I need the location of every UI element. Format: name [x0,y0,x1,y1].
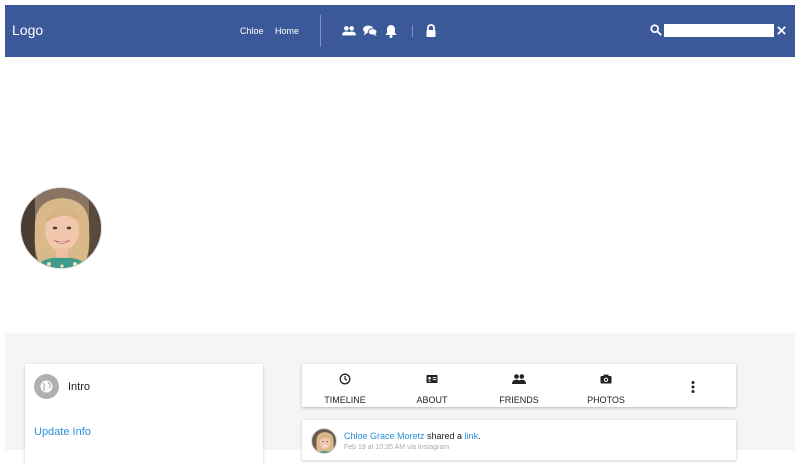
post-author-link[interactable]: Chloe Grace Moretz [344,431,425,441]
tab-timeline[interactable]: TIMELINE [302,364,388,407]
profile-avatar[interactable] [20,187,102,269]
tab-about-label: ABOUT [416,395,448,405]
close-icon[interactable] [777,26,786,35]
tab-friends-label: FRIENDS [499,395,539,405]
cover-area [5,57,795,333]
nav-divider-small [412,25,413,37]
profile-tabs: TIMELINE ABOUT FRIENDS PHOTOS [302,364,736,407]
update-info-link[interactable]: Update Info [34,426,91,438]
lock-icon[interactable] [424,24,438,38]
id-card-icon [426,375,438,383]
nav-divider [320,15,321,47]
tab-friends[interactable]: FRIENDS [476,364,562,407]
logo[interactable]: Logo [12,22,43,38]
globe-icon [40,380,53,393]
tab-timeline-label: TIMELINE [324,395,366,405]
post-avatar[interactable] [311,428,337,454]
tab-photos[interactable]: PHOTOS [562,364,650,407]
messages-icon[interactable] [363,24,377,38]
top-navbar: Logo Chloe Home [5,5,795,57]
tab-photos-label: PHOTOS [587,395,625,405]
clock-icon [339,373,351,385]
notifications-icon[interactable] [384,24,398,38]
post-end-text: . [478,431,481,441]
intro-card: Intro Update Info [25,364,263,464]
nav-link-chloe[interactable]: Chloe [240,26,264,36]
friends-icon [512,374,526,384]
intro-icon-circle [34,374,59,399]
camera-icon [600,374,612,384]
post-action-text: shared a [424,431,465,441]
post-headline: Chloe Grace Moretz shared a link. [344,431,481,441]
post-object-link[interactable]: link [465,431,479,441]
post-author-photo [312,429,336,453]
intro-title: Intro [68,381,91,393]
profile-photo [21,188,101,268]
tab-about[interactable]: ABOUT [388,364,476,407]
search-icon[interactable] [650,24,662,36]
search-input[interactable] [664,24,774,37]
post-card: Chloe Grace Moretz shared a link. Feb 19… [302,420,736,460]
friends-icon[interactable] [342,24,356,38]
more-vertical-icon[interactable] [687,380,699,394]
nav-link-home[interactable]: Home [275,26,299,36]
